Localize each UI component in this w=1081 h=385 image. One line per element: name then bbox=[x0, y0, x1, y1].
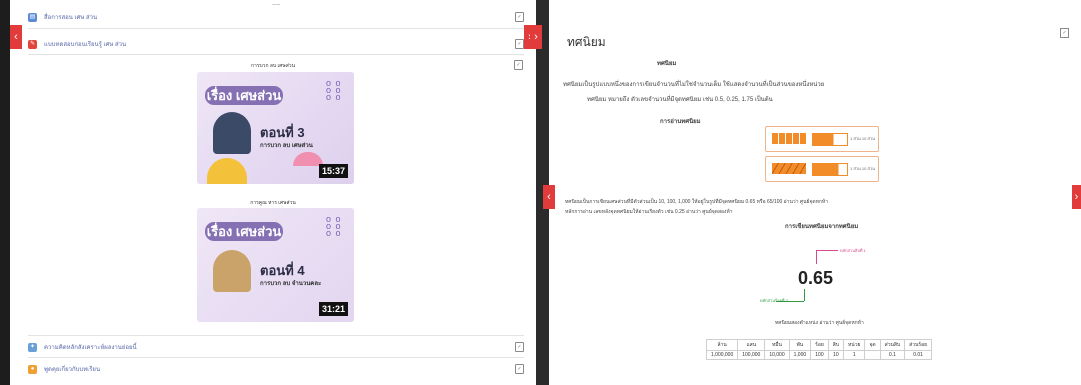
table-header: ส่วนสิบ bbox=[879, 339, 906, 351]
content-prev-button[interactable]: ‹ bbox=[543, 185, 555, 209]
window-edge bbox=[0, 0, 10, 385]
checkbox-icon[interactable]: ✓ bbox=[515, 12, 524, 22]
video-title: เรื่อง เศษส่วน bbox=[205, 222, 283, 241]
lesson-item-label: สื่อการสอน เศษ ส่วน bbox=[44, 15, 98, 21]
table-cell: 1,000 bbox=[788, 350, 812, 360]
decorative-dots-icon: o o o o o o bbox=[326, 214, 342, 238]
left-lesson-panel: ~~ ▤ สื่อการสอน เศษ ส่วน ✓ ✎ แบบทดสอบก่อ… bbox=[10, 0, 536, 385]
table-header: หน่วย bbox=[842, 339, 866, 351]
decorative-dots-icon: o o o o o o bbox=[326, 78, 342, 102]
table-header: หมื่น bbox=[764, 339, 790, 351]
video-thumbnail[interactable]: เรื่อง เศษส่วน o o o o o o ตอนที่ 3 การบ… bbox=[197, 72, 354, 184]
prev-page-button[interactable]: ‹ bbox=[10, 25, 22, 49]
table-cell: 10,000 bbox=[764, 350, 790, 360]
intro-text: ทศนิยม หมายถึง ตัวเลขจำนวนที่มีจุดทศนิยม… bbox=[587, 97, 773, 103]
fraction-example: 1 ส่วน 10 ส่วน bbox=[765, 126, 879, 152]
table-cell: 10 bbox=[827, 350, 845, 360]
checkbox-icon[interactable]: ✓ bbox=[515, 39, 524, 49]
lesson-item-discussion[interactable]: ● พูดคุยเกี่ยวกับบทเรียน ✓ bbox=[28, 362, 524, 376]
fraction-bar bbox=[772, 133, 806, 144]
decimal-caption: ทศนิยมสองตำแหน่ง อ่านว่า ศูนย์จุดหกห้า bbox=[775, 320, 864, 326]
body-text: หลักการอ่าน เลขหลังจุดทศนิยมให้อ่านเรียง… bbox=[565, 209, 733, 215]
place-value-table: ล้าน แสน หมื่น พัน ร้อย สิบ หน่วย จุด ส่… bbox=[705, 339, 933, 360]
video-caption: การบวก ลบ เศษส่วน bbox=[250, 63, 295, 69]
table-cell bbox=[864, 350, 881, 360]
table-header: ร้อย bbox=[810, 339, 829, 351]
video-duration: 31:21 bbox=[318, 302, 348, 316]
teacher-avatar bbox=[213, 250, 251, 292]
checkbox-icon[interactable]: ✓ bbox=[1060, 28, 1069, 38]
fraction-example: 1 ส่วน 10 ส่วน bbox=[765, 156, 879, 182]
episode-subtitle: การบวก ลบ เศษส่วน bbox=[260, 143, 313, 149]
pointer-line bbox=[804, 289, 805, 301]
content-next-button[interactable]: › bbox=[1072, 185, 1081, 209]
table-cell: 100 bbox=[810, 350, 829, 360]
chat-icon: ● bbox=[28, 364, 37, 374]
table-cell: 100,000 bbox=[737, 350, 766, 360]
table-header: ล้าน bbox=[705, 339, 739, 351]
video-title: เรื่อง เศษส่วน bbox=[205, 86, 283, 105]
fraction-bar bbox=[812, 163, 848, 176]
divider bbox=[28, 335, 524, 336]
lesson-item-label: พูดคุยเกี่ยวกับบทเรียน bbox=[44, 367, 101, 373]
table-cell: 0.1 bbox=[879, 350, 906, 360]
episode-subtitle: การบวก ลบ จำนวนคละ bbox=[260, 281, 322, 287]
lesson-item-pretest[interactable]: ✎ แบบทดสอบก่อนเรียนรู้ เศษ ส่วน ✓ bbox=[28, 37, 524, 51]
table-header: ส่วนร้อย bbox=[904, 339, 933, 351]
divider bbox=[28, 28, 524, 29]
table-cell: 1 bbox=[842, 350, 866, 360]
fraction-bar bbox=[812, 133, 848, 146]
lesson-item-label: แบบทดสอบก่อนเรียนรู้ เศษ ส่วน bbox=[44, 42, 127, 48]
table-header: แสน bbox=[737, 339, 766, 351]
table-header: จุด bbox=[864, 339, 881, 351]
divider bbox=[28, 54, 524, 55]
table-header: สิบ bbox=[827, 339, 845, 351]
examples-heading: การอ่านทศนิยม bbox=[660, 119, 701, 125]
tenths-label: หลักส่วนสิบที่ 1 bbox=[840, 248, 866, 253]
table-cell: 0.01 bbox=[904, 350, 933, 360]
example-note: 1 ส่วน 10 ส่วน bbox=[850, 136, 875, 141]
body-text: ทศนิยมเป็นการเขียนเศษส่วนที่มีตัวส่วนเป็… bbox=[565, 199, 829, 205]
document-icon: ▤ bbox=[28, 12, 37, 22]
section-heading: ทศนิยม bbox=[657, 61, 677, 67]
video-thumbnail[interactable]: เรื่อง เศษส่วน o o o o o o ตอนที่ 4 การบ… bbox=[197, 208, 354, 322]
example-note: 1 ส่วน 10 ส่วน bbox=[850, 166, 875, 171]
intro-text: ทศนิยมเป็นรูปแบบหนึ่งของการเขียนจำนวนที่… bbox=[563, 82, 825, 88]
video-caption: การคูณ หาร เศษส่วน bbox=[250, 200, 296, 206]
quiz-icon: ✎ bbox=[28, 39, 37, 49]
lesson-item-label: ความคิดหลักสังเคราะห์ผลงานย่อยนี้ bbox=[44, 345, 137, 351]
right-prev-page-button[interactable]: › bbox=[530, 25, 542, 49]
top-marker: ~~ bbox=[272, 2, 281, 9]
place-heading: การเขียนทศนิยมจากทศนิยม bbox=[785, 224, 859, 230]
page-title: ทศนิยม bbox=[567, 35, 606, 49]
pointer-line bbox=[816, 250, 838, 251]
fraction-bar bbox=[772, 163, 806, 174]
checkbox-icon[interactable]: ✓ bbox=[515, 364, 524, 374]
table-header: พัน bbox=[788, 339, 812, 351]
right-lesson-panel bbox=[549, 0, 1081, 385]
pointer-line bbox=[816, 250, 817, 264]
checkbox-icon[interactable]: ✓ bbox=[515, 342, 524, 352]
hundredths-label: หลักส่วนร้อยที่ 2 bbox=[760, 298, 788, 303]
lesson-item-summary[interactable]: ✦ ความคิดหลักสังเคราะห์ผลงานย่อยนี้ ✓ bbox=[28, 340, 524, 354]
lesson-item-materials[interactable]: ▤ สื่อการสอน เศษ ส่วน ✓ bbox=[28, 10, 524, 24]
lightbulb-icon: ✦ bbox=[28, 342, 37, 352]
decimal-value: 0.65 bbox=[798, 268, 834, 288]
table-cell: 1,000,000 bbox=[705, 350, 739, 360]
divider bbox=[28, 357, 524, 358]
teacher-avatar bbox=[213, 112, 251, 154]
video-duration: 15:37 bbox=[318, 164, 348, 178]
